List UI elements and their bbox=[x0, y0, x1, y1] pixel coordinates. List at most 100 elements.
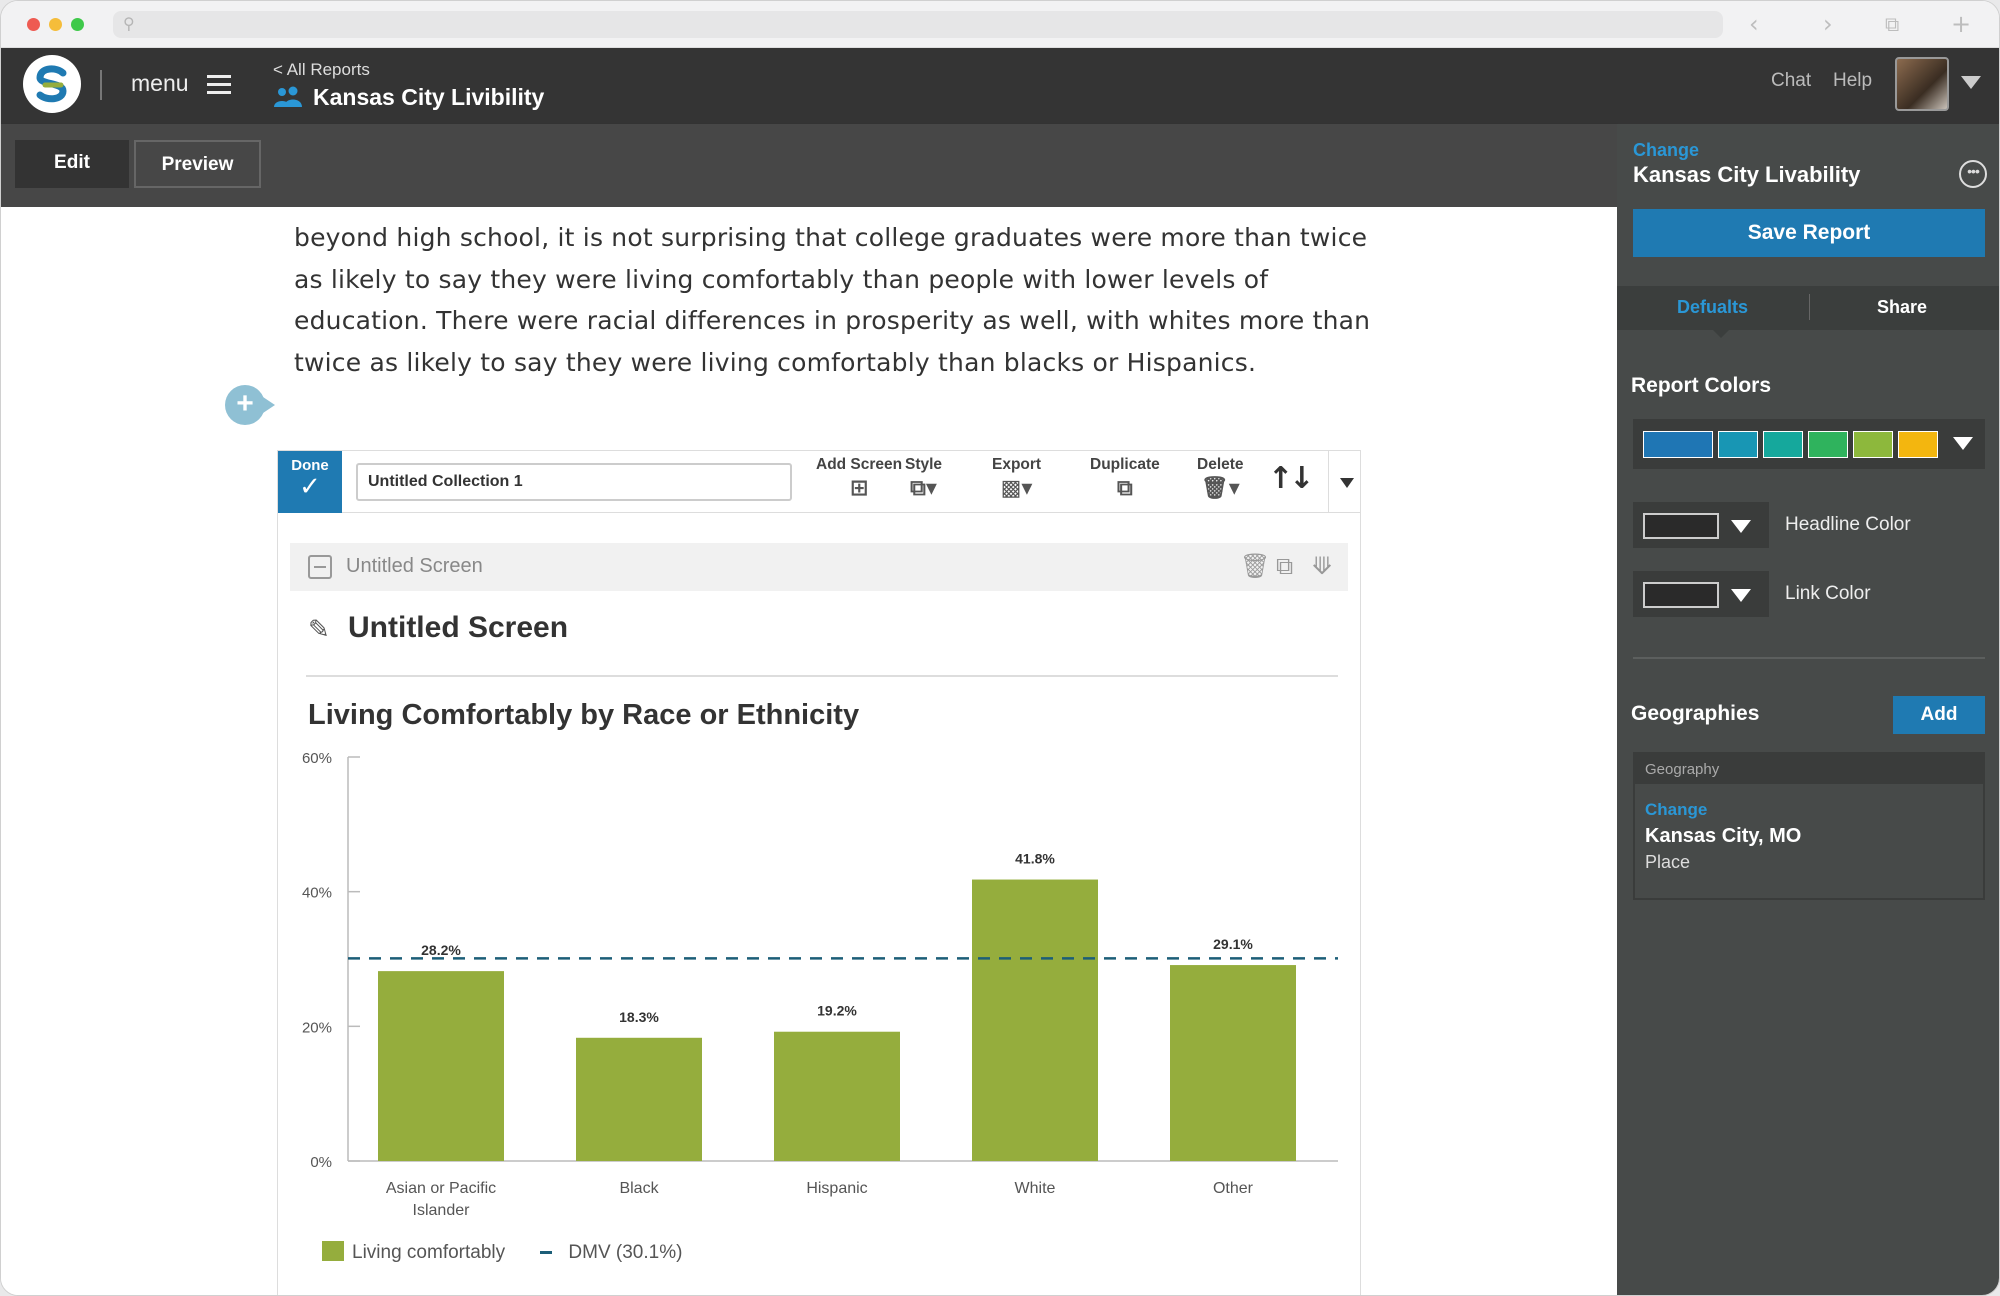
geography-type: Place bbox=[1645, 852, 1691, 872]
help-link[interactable]: Help bbox=[1833, 70, 1872, 92]
link-color-picker[interactable] bbox=[1633, 571, 1769, 617]
app-logo[interactable] bbox=[23, 55, 81, 113]
title-divider bbox=[306, 675, 1338, 677]
tabs-icon[interactable]: ⧉ bbox=[1885, 10, 1899, 38]
chat-link[interactable]: Chat bbox=[1771, 70, 1811, 92]
new-tab-icon[interactable]: + bbox=[1951, 10, 1971, 38]
y-tick-label: 40% bbox=[302, 885, 332, 902]
report-color-swatch-3[interactable] bbox=[1763, 431, 1803, 458]
category-label-2: Black bbox=[619, 1180, 659, 1197]
y-tick-label: 20% bbox=[302, 1019, 332, 1036]
trash-icon: 🗑▾ bbox=[1200, 476, 1240, 501]
forward-icon[interactable]: › bbox=[1823, 10, 1833, 38]
delete-button[interactable]: Delete 🗑▾ bbox=[1197, 456, 1244, 501]
data-label-3: 19.2% bbox=[817, 1003, 857, 1019]
tab-divider bbox=[1809, 294, 1810, 320]
add-screen-button[interactable]: Add Screen ⊞ bbox=[816, 456, 902, 501]
address-bar[interactable]: ⚲ bbox=[113, 11, 1723, 38]
style-icon: ⧉▾ bbox=[910, 476, 937, 501]
maximize-window-button[interactable] bbox=[71, 18, 84, 31]
bar-5[interactable] bbox=[1170, 965, 1296, 1161]
tab-defaults[interactable]: Defualts bbox=[1677, 297, 1748, 318]
headline-color-picker[interactable] bbox=[1633, 502, 1769, 548]
chart-legend: Living comfortably DMV (30.1%) bbox=[322, 1241, 682, 1264]
panel-report-title: Kansas City Livability bbox=[1633, 162, 1861, 187]
add-geography-button[interactable]: Add bbox=[1893, 696, 1985, 734]
menu-label[interactable]: menu bbox=[131, 70, 189, 97]
tab-share[interactable]: Share bbox=[1877, 297, 1927, 318]
panel-divider bbox=[1633, 657, 1985, 659]
headline-color-swatch bbox=[1643, 513, 1719, 539]
report-color-swatch-5[interactable] bbox=[1853, 431, 1893, 458]
report-canvas: beyond high school, it is not surprising… bbox=[1, 207, 1617, 1295]
back-icon[interactable]: ‹ bbox=[1749, 10, 1759, 38]
add-screen-icon: ⊞ bbox=[849, 476, 869, 501]
report-color-swatch-6[interactable] bbox=[1898, 431, 1938, 458]
settings-panel: Change Kansas City Livability ••• Save R… bbox=[1617, 124, 1999, 1295]
edit-tab[interactable]: Edit bbox=[15, 140, 129, 188]
save-report-button[interactable]: Save Report bbox=[1633, 209, 1985, 257]
headline-color-label: Headline Color bbox=[1785, 514, 1911, 535]
style-button[interactable]: Style ⧉▾ bbox=[905, 456, 942, 501]
geographies-title: Geographies bbox=[1631, 702, 1760, 725]
chart-title: Living Comfortably by Race or Ethnicity bbox=[308, 699, 860, 731]
bar-3[interactable] bbox=[774, 1031, 900, 1161]
report-color-swatch-2[interactable] bbox=[1718, 431, 1758, 458]
duplicate-label: Duplicate bbox=[1090, 456, 1160, 473]
data-label-2: 18.3% bbox=[619, 1009, 659, 1025]
app-header: menu < All Reports Kansas City Livibilit… bbox=[1, 48, 1999, 124]
report-color-swatch-1[interactable] bbox=[1643, 431, 1713, 458]
screen-title[interactable]: Untitled Screen bbox=[348, 611, 568, 645]
avatar[interactable] bbox=[1895, 57, 1949, 111]
export-label: Export bbox=[992, 456, 1042, 473]
report-colors-picker[interactable] bbox=[1633, 419, 1985, 469]
legend-swatch-bar bbox=[322, 1241, 344, 1261]
category-label-1: Islander bbox=[413, 1202, 471, 1219]
bar-4[interactable] bbox=[972, 879, 1098, 1161]
add-block-button[interactable]: + bbox=[225, 385, 275, 425]
bar-1[interactable] bbox=[378, 971, 504, 1161]
move-screen-icon[interactable]: ⟱ bbox=[1312, 552, 1332, 580]
done-button[interactable]: Done ✓ bbox=[278, 451, 342, 513]
checkmark-icon: ✓ bbox=[299, 472, 321, 502]
reorder-icon[interactable]: ↑↓ bbox=[1268, 461, 1314, 496]
delete-label: Delete bbox=[1197, 456, 1244, 473]
browser-window: ⚲ ‹ › ⧉ + menu < All Reports Kansas City… bbox=[0, 0, 2000, 1296]
collection-toolbar: Done ✓ Add Screen ⊞ Style ⧉▾ Export ▩▾ bbox=[278, 451, 1360, 513]
people-icon bbox=[274, 86, 302, 107]
collapse-icon[interactable] bbox=[308, 555, 332, 579]
link-color-label: Link Color bbox=[1785, 583, 1871, 604]
minimize-window-button[interactable] bbox=[49, 18, 62, 31]
duplicate-button[interactable]: Duplicate ⧉ bbox=[1090, 456, 1160, 501]
report-title: Kansas City Livibility bbox=[313, 84, 545, 110]
change-report-link[interactable]: Change bbox=[1633, 140, 1699, 161]
duplicate-screen-icon[interactable]: ⧉ bbox=[1276, 552, 1293, 580]
report-color-swatch-4[interactable] bbox=[1808, 431, 1848, 458]
y-tick-label: 0% bbox=[310, 1154, 332, 1171]
pencil-icon[interactable]: ✎ bbox=[308, 615, 330, 645]
panel-tabs: Defualts Share bbox=[1617, 286, 1999, 338]
account-caret-icon[interactable] bbox=[1961, 76, 1981, 89]
colors-dropdown-icon[interactable] bbox=[1953, 437, 1973, 450]
change-geography-link[interactable]: Change bbox=[1645, 800, 1707, 820]
all-reports-link[interactable]: < All Reports bbox=[273, 60, 370, 80]
hamburger-icon[interactable] bbox=[207, 75, 231, 94]
export-button[interactable]: Export ▩▾ bbox=[992, 456, 1041, 501]
headline-color-dropdown-icon bbox=[1731, 520, 1751, 533]
legend-swatch-reference bbox=[540, 1251, 553, 1254]
close-window-button[interactable] bbox=[27, 18, 40, 31]
data-label-4: 41.8% bbox=[1015, 851, 1055, 867]
delete-screen-icon[interactable]: 🗑 bbox=[1240, 552, 1270, 580]
duplicate-icon: ⧉ bbox=[1117, 476, 1133, 501]
preview-tab[interactable]: Preview bbox=[134, 140, 261, 188]
bar-2[interactable] bbox=[576, 1037, 702, 1161]
y-tick-label: 60% bbox=[302, 751, 332, 767]
more-options-icon[interactable]: ••• bbox=[1959, 160, 1987, 188]
more-options-caret-icon[interactable] bbox=[1340, 478, 1354, 488]
collection-name-input[interactable] bbox=[356, 463, 792, 501]
geography-card: Geography Change Kansas City, MO Place bbox=[1633, 752, 1985, 900]
edit-toolbar: Edit Preview bbox=[1, 124, 1617, 207]
browser-chrome: ⚲ ‹ › ⧉ + bbox=[1, 1, 1999, 48]
collection-editor: Done ✓ Add Screen ⊞ Style ⧉▾ Export ▩▾ bbox=[277, 450, 1361, 1295]
legend-item-dmv: DMV (30.1%) bbox=[568, 1242, 683, 1263]
